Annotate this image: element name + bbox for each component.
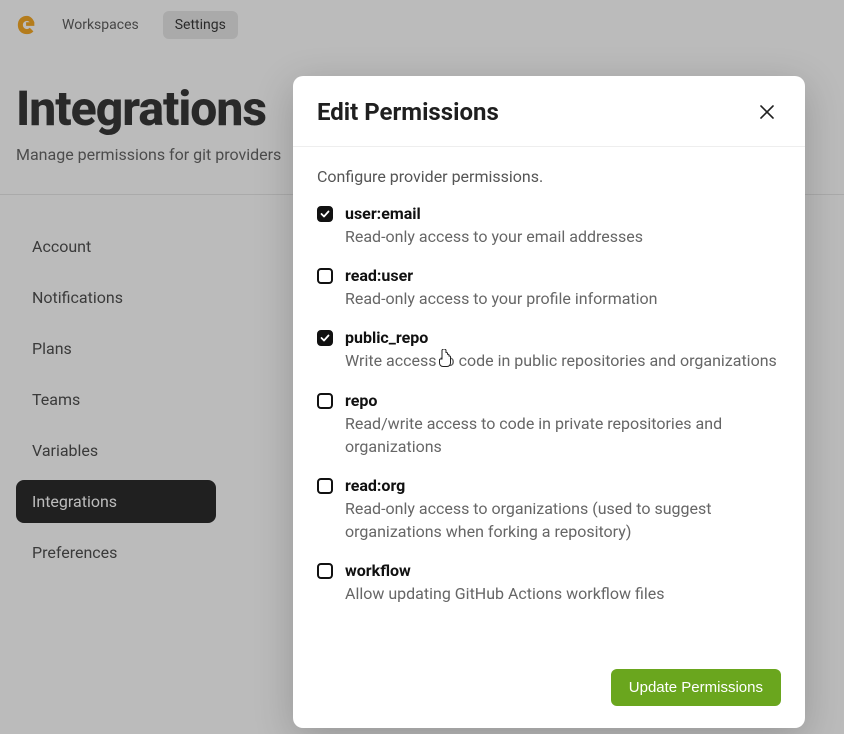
permission-name: repo (345, 391, 781, 410)
permission-checkbox[interactable] (317, 478, 333, 494)
permission-checkbox[interactable] (317, 206, 333, 222)
update-permissions-button[interactable]: Update Permissions (611, 669, 781, 706)
permission-name: read:user (345, 266, 781, 285)
modal-description: Configure provider permissions. (317, 167, 781, 186)
permission-checkbox[interactable] (317, 393, 333, 409)
modal-overlay[interactable]: Edit Permissions Configure provider perm… (0, 0, 844, 734)
permission-description: Read-only access to your profile informa… (345, 287, 781, 310)
close-button[interactable] (753, 98, 781, 126)
permission-name: public_repo (345, 328, 781, 347)
permission-row: user:email Read-only access to your email… (317, 204, 781, 248)
permission-name: user:email (345, 204, 781, 223)
permission-row: read:org Read-only access to organization… (317, 476, 781, 543)
modal-title: Edit Permissions (317, 98, 499, 126)
close-icon (758, 103, 776, 121)
permission-row: public_repo Write access to code in publi… (317, 328, 781, 372)
permission-name: read:org (345, 476, 781, 495)
permission-checkbox[interactable] (317, 268, 333, 284)
permission-description: Allow updating GitHub Actions workflow f… (345, 582, 781, 605)
permission-description: Write access to code in public repositor… (345, 349, 781, 372)
permission-checkbox[interactable] (317, 563, 333, 579)
permission-name: workflow (345, 561, 781, 580)
permission-row: repo Read/write access to code in private… (317, 391, 781, 458)
permission-description: Read/write access to code in private rep… (345, 412, 781, 458)
permission-description: Read-only access to your email addresses (345, 225, 781, 248)
permission-row: read:user Read-only access to your profil… (317, 266, 781, 310)
edit-permissions-modal: Edit Permissions Configure provider perm… (293, 76, 805, 728)
permission-checkbox[interactable] (317, 330, 333, 346)
permission-row: workflow Allow updating GitHub Actions wo… (317, 561, 781, 605)
permission-description: Read-only access to organizations (used … (345, 497, 781, 543)
